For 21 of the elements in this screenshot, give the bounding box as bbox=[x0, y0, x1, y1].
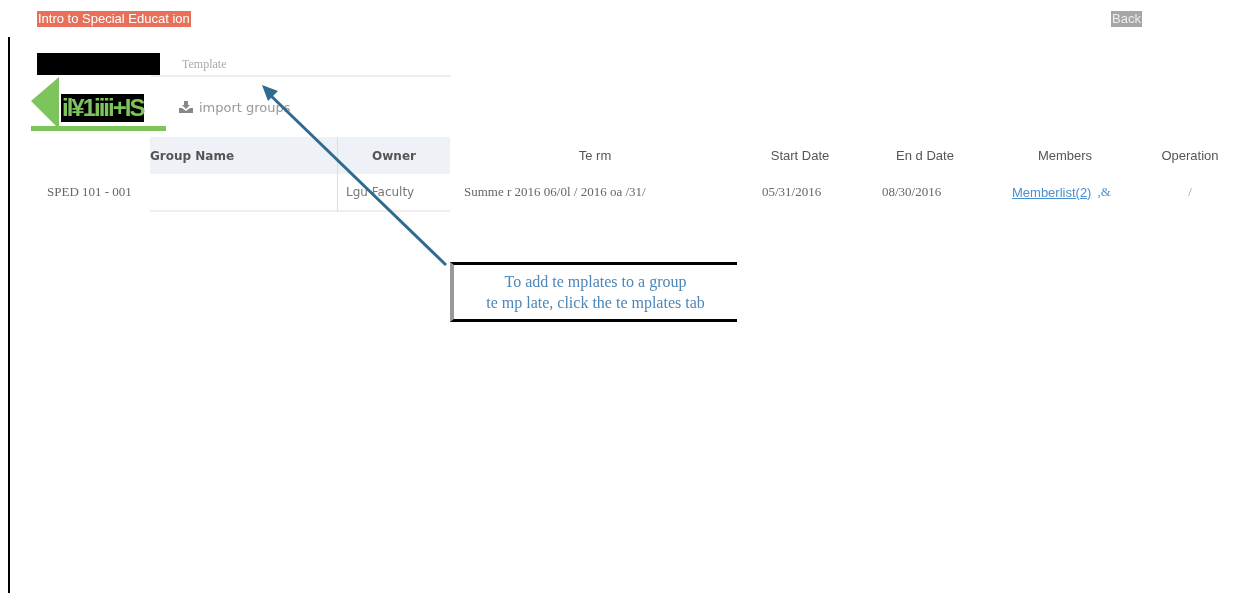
table-cell-text: 08/30/2016 bbox=[881, 183, 943, 201]
course-title: Intro to Special Educat ion bbox=[37, 11, 191, 27]
table-cell-text: Summe r 2016 06/0l / 2016 oa /31/ bbox=[463, 183, 647, 201]
logo: il¥1iiii+IS bbox=[31, 77, 166, 131]
column-header: Group Name bbox=[150, 137, 337, 174]
column-header: Members bbox=[1036, 147, 1094, 165]
table-cell: / bbox=[1188, 184, 1192, 200]
column-header: En d Date bbox=[895, 147, 955, 165]
table-cell-text: SPED 101 - 001 bbox=[46, 183, 133, 201]
column-header: Owner bbox=[337, 137, 450, 174]
template-tab[interactable]: Template bbox=[182, 56, 227, 72]
table-cell-text: 05/31/2016 bbox=[761, 183, 823, 201]
column-header: Te rm bbox=[577, 147, 613, 165]
download-icon bbox=[179, 101, 193, 113]
callout-text: To add te mplates to a group te mp late, click the te mplates tab bbox=[450, 262, 737, 322]
back-button[interactable]: Back bbox=[1111, 11, 1142, 27]
table-cell: Lgu Faculty bbox=[337, 174, 450, 212]
column-header: Operation bbox=[1160, 147, 1220, 165]
column-header: Start Date bbox=[769, 147, 831, 165]
table-cell: ,& bbox=[1097, 184, 1111, 200]
member-list-link[interactable]: Memberlist(2) bbox=[1012, 184, 1092, 200]
